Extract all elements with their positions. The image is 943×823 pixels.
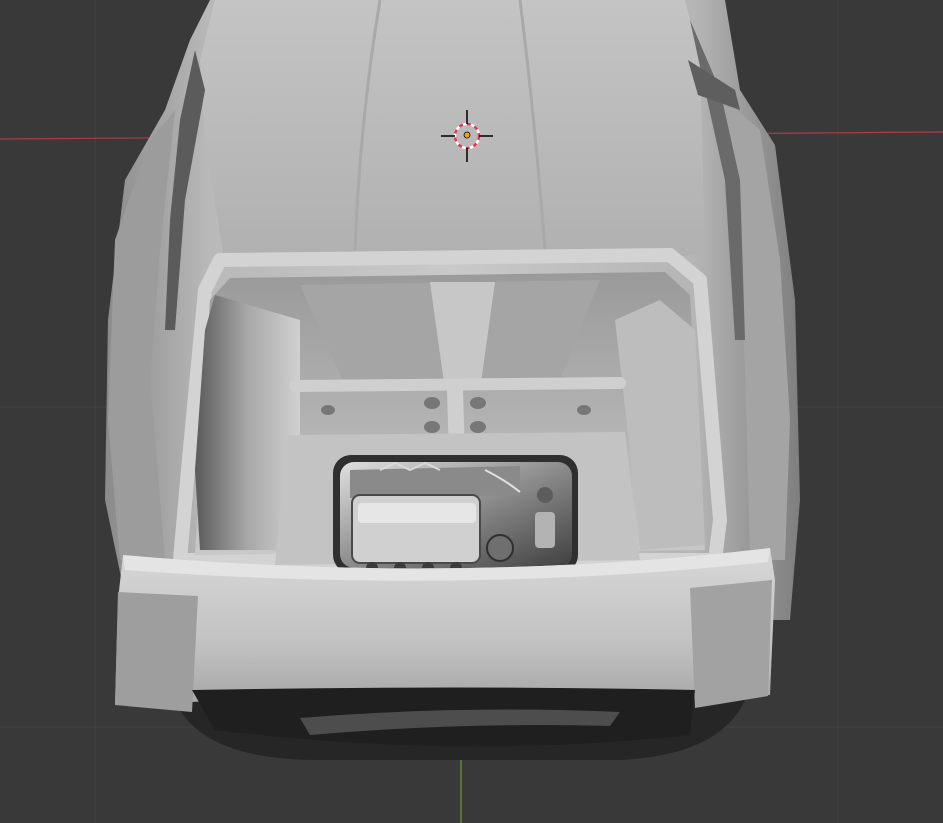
car-body-mesh[interactable] [105,0,800,760]
viewport-canvas[interactable] [0,0,943,823]
bumper-corner-left [115,592,198,712]
3d-viewport[interactable] [0,0,943,823]
bumper-corner-right [690,580,772,708]
engine-block [333,455,578,574]
origin-dot-icon [463,131,471,139]
car-roof-panel [200,0,705,265]
